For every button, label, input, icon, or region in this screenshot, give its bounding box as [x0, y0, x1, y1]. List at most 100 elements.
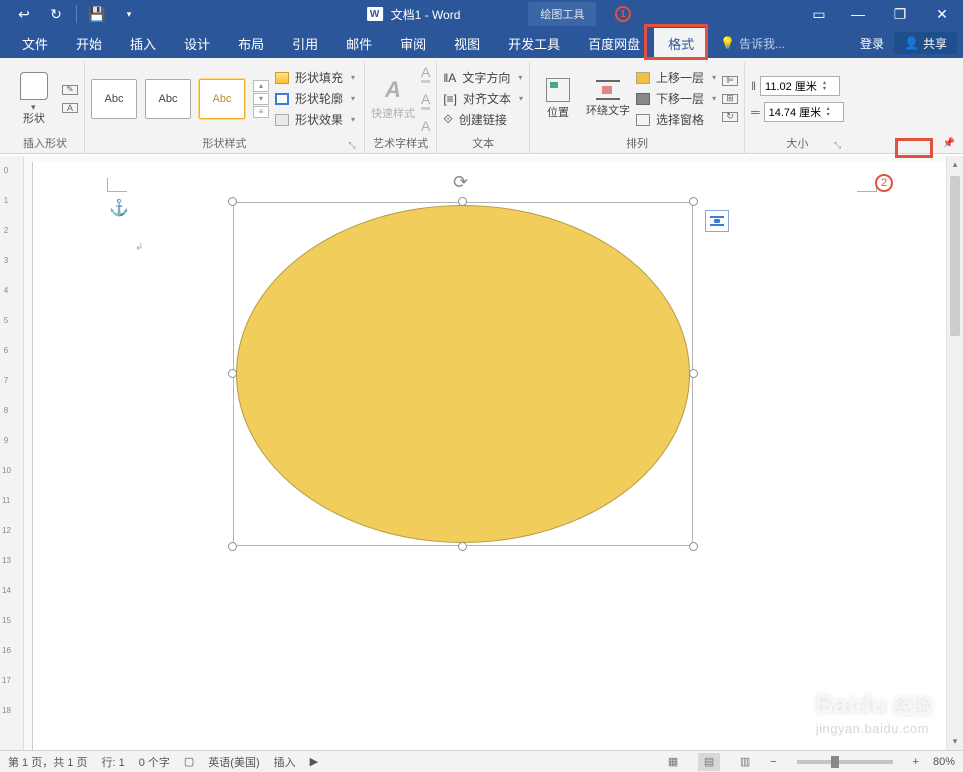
tab-design[interactable]: 设计: [170, 28, 224, 58]
width-input[interactable]: 14.74 厘米▴▾: [764, 102, 844, 122]
undo-button[interactable]: ↩: [8, 0, 40, 28]
selection-icon: [636, 114, 650, 126]
shape-selection[interactable]: ⟳: [233, 202, 693, 546]
shape-fill-button[interactable]: 形状填充▾: [275, 69, 355, 86]
minimize-button[interactable]: —: [837, 0, 879, 28]
zoom-out-button[interactable]: −: [770, 756, 776, 768]
gallery-down[interactable]: ▾: [253, 93, 269, 105]
zoom-slider[interactable]: [797, 760, 893, 764]
layout-options-button[interactable]: [705, 210, 729, 232]
resize-handle-se[interactable]: [689, 542, 698, 551]
close-button[interactable]: ✕: [921, 0, 963, 28]
tab-format[interactable]: 格式: [654, 28, 708, 58]
save-button[interactable]: 💾: [81, 0, 113, 28]
shapes-icon: [20, 72, 48, 100]
collapse-ribbon-button[interactable]: 📌: [941, 136, 957, 151]
status-macro-icon[interactable]: ▶: [310, 755, 318, 768]
resize-handle-ne[interactable]: [689, 197, 698, 206]
text-fill-icon: A: [421, 64, 430, 83]
height-input[interactable]: 11.02 厘米▴▾: [760, 76, 840, 96]
qat-customize[interactable]: ▾: [113, 0, 145, 28]
tab-developer[interactable]: 开发工具: [494, 28, 574, 58]
tab-mailings[interactable]: 邮件: [332, 28, 386, 58]
ribbon-tabs: 文件 开始 插入 设计 布局 引用 邮件 审阅 视图 开发工具 百度网盘 格式 …: [0, 28, 963, 58]
zoom-in-button[interactable]: +: [913, 756, 919, 768]
gallery-up[interactable]: ▴: [253, 80, 269, 92]
edit-shape-button[interactable]: ✎: [62, 85, 78, 95]
align-text-button: [≡]对齐文本▾: [443, 90, 523, 107]
quick-access-toolbar: ↩ ↻ 💾 ▾: [0, 0, 145, 28]
group-button[interactable]: ⊞: [722, 94, 738, 104]
rotate-handle[interactable]: ⟳: [453, 172, 473, 192]
status-insert-mode[interactable]: 插入: [274, 754, 296, 770]
tab-view[interactable]: 视图: [440, 28, 494, 58]
status-words[interactable]: 0 个字: [139, 754, 170, 770]
scroll-thumb[interactable]: [950, 176, 960, 336]
ribbon: 形状 ✎ A 插入形状 Abc Abc Abc ▴ ▾ ≡ 形状填充▾: [0, 58, 963, 154]
text-direction-icon: ‖A: [443, 71, 456, 85]
style-preset-1[interactable]: Abc: [91, 79, 137, 119]
margin-marker-left: [107, 178, 127, 192]
tell-me-search[interactable]: 💡 告诉我...: [720, 28, 785, 58]
vertical-ruler[interactable]: /*ticks rendered statically*/ 0123456789…: [0, 156, 24, 750]
shapes-button[interactable]: 形状: [12, 66, 56, 132]
resize-handle-nw[interactable]: [228, 197, 237, 206]
bring-forward-button[interactable]: 上移一层▾: [636, 69, 716, 86]
create-link-button: ⟐创建链接: [443, 111, 523, 128]
gallery-more[interactable]: ≡: [253, 106, 269, 118]
effects-icon: [275, 114, 289, 126]
wrap-text-button[interactable]: 环绕文字: [586, 66, 630, 132]
selection-pane-button[interactable]: 选择窗格: [636, 111, 716, 128]
shape-effects-button[interactable]: 形状效果▾: [275, 111, 355, 128]
rotate-button[interactable]: ↻: [722, 112, 738, 122]
send-backward-button[interactable]: 下移一层▾: [636, 90, 716, 107]
view-web-button[interactable]: ▥: [734, 753, 756, 771]
resize-handle-e[interactable]: [689, 369, 698, 378]
resize-handle-w[interactable]: [228, 369, 237, 378]
resize-handle-sw[interactable]: [228, 542, 237, 551]
group-label-text: 文本: [443, 135, 523, 153]
tab-insert[interactable]: 插入: [116, 28, 170, 58]
share-button[interactable]: 👤 共享: [894, 32, 957, 54]
text-direction-button: ‖A文字方向▾: [443, 69, 523, 86]
tab-references[interactable]: 引用: [278, 28, 332, 58]
vertical-scrollbar[interactable]: ▴ ▾: [946, 156, 963, 750]
scroll-down[interactable]: ▾: [947, 733, 963, 750]
shape-style-gallery[interactable]: Abc Abc Abc ▴ ▾ ≡: [91, 79, 269, 119]
tab-review[interactable]: 审阅: [386, 28, 440, 58]
scroll-up[interactable]: ▴: [947, 156, 963, 173]
page[interactable]: ⚓ ↲ ⟳: [32, 162, 963, 750]
view-read-button[interactable]: ▦: [662, 753, 684, 771]
style-preset-3[interactable]: Abc: [199, 79, 245, 119]
zoom-level[interactable]: 80%: [933, 756, 955, 768]
position-button[interactable]: 位置: [536, 66, 580, 132]
tab-layout[interactable]: 布局: [224, 28, 278, 58]
position-icon: [546, 78, 570, 102]
status-page[interactable]: 第 1 页，共 1 页: [8, 754, 87, 770]
selection-frame: [233, 202, 693, 546]
ribbon-display-button[interactable]: ▭: [801, 0, 837, 28]
text-box-button[interactable]: A: [62, 103, 78, 113]
login-button[interactable]: 登录: [850, 35, 894, 52]
text-effects-icon: A: [421, 118, 430, 134]
tab-file[interactable]: 文件: [8, 28, 62, 58]
group-insert-shapes: 形状 ✎ A 插入形状: [6, 62, 85, 153]
group-label-size: 大小⤡: [751, 135, 844, 153]
tab-home[interactable]: 开始: [62, 28, 116, 58]
resize-handle-s[interactable]: [458, 542, 467, 551]
status-line[interactable]: 行: 1: [101, 754, 124, 770]
redo-button[interactable]: ↻: [40, 0, 72, 28]
resize-handle-n[interactable]: [458, 197, 467, 206]
status-language[interactable]: 英语(美国): [208, 754, 259, 770]
shape-outline-button[interactable]: 形状轮廓▾: [275, 90, 355, 107]
wordart-launcher[interactable]: ⤡: [418, 139, 430, 151]
style-preset-2[interactable]: Abc: [145, 79, 191, 119]
status-proofing-icon[interactable]: ▢: [184, 755, 194, 768]
annotation-1: 1: [615, 6, 631, 22]
view-print-button[interactable]: ▤: [698, 753, 720, 771]
align-button[interactable]: ⊫: [722, 76, 738, 86]
tab-baidu[interactable]: 百度网盘: [574, 28, 654, 58]
restore-button[interactable]: ❐: [879, 0, 921, 28]
shape-styles-launcher[interactable]: ⤡: [346, 139, 358, 151]
size-launcher[interactable]: ⤡: [832, 139, 844, 151]
